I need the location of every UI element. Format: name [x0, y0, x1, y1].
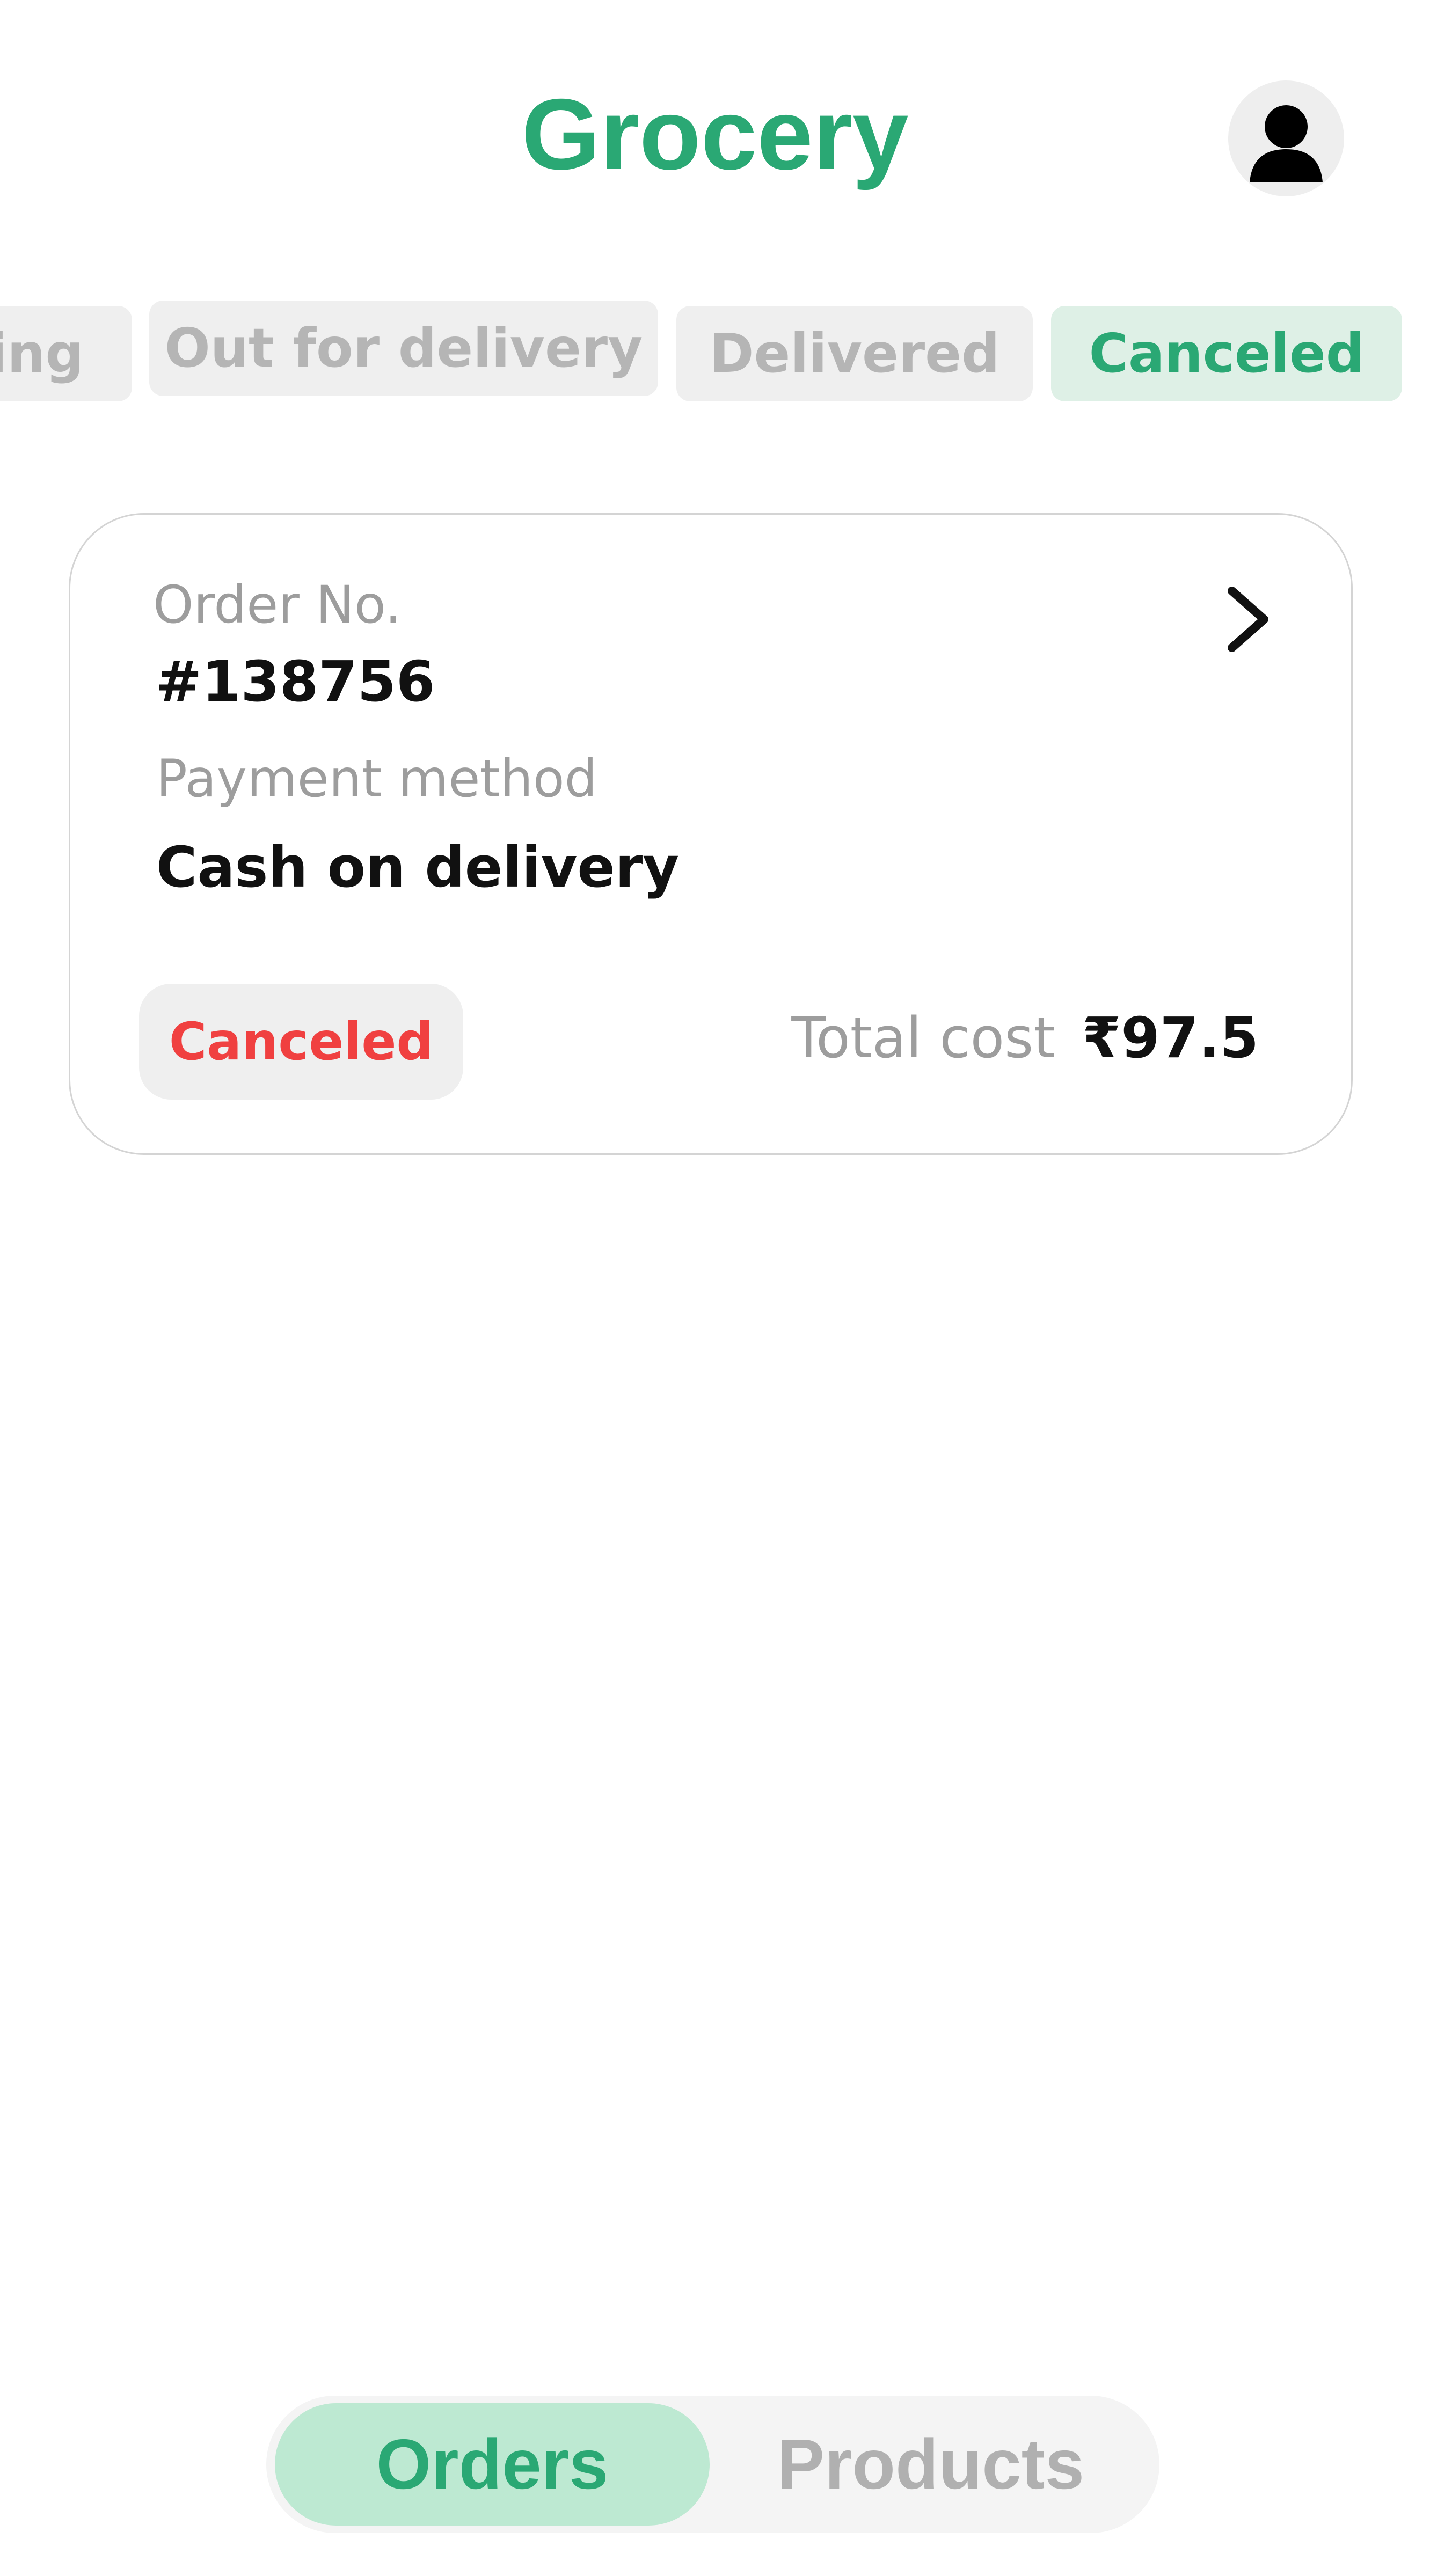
tab-processing-label: ing: [0, 322, 84, 385]
total-cost-value: ₹97.5: [1082, 1005, 1259, 1071]
payment-method-label: Payment method: [156, 749, 597, 809]
profile-avatar-button[interactable]: [1228, 80, 1344, 196]
tab-out-for-delivery[interactable]: Out for delivery: [149, 301, 658, 396]
order-detail-chevron[interactable]: [1220, 584, 1279, 654]
status-badge: Canceled: [139, 984, 463, 1100]
order-number: #138756: [155, 649, 435, 714]
order-number-label: Order No.: [153, 575, 402, 635]
tab-processing[interactable]: ing: [0, 306, 132, 401]
user-silhouette-icon: [1250, 105, 1323, 182]
tab-canceled-label: Canceled: [1089, 322, 1365, 385]
app-title: Grocery: [521, 78, 909, 191]
total-cost: Total cost ₹97.5: [791, 998, 1259, 1078]
order-status-tabs: ing Out for delivery Delivered Canceled: [0, 301, 1430, 408]
nav-orders-button[interactable]: Orders: [275, 2403, 710, 2526]
total-cost-label: Total cost: [791, 1005, 1056, 1071]
nav-products-button[interactable]: Products: [710, 2403, 1152, 2526]
order-card[interactable]: Order No. #138756 Payment method Cash on…: [69, 513, 1353, 1155]
tab-canceled[interactable]: Canceled: [1051, 306, 1402, 401]
chevron-right-icon: [1228, 587, 1268, 652]
payment-method-value: Cash on delivery: [156, 835, 680, 900]
bottom-nav: Orders Products: [266, 2396, 1159, 2533]
tab-delivered[interactable]: Delivered: [676, 306, 1033, 401]
tab-out-for-delivery-label: Out for delivery: [164, 317, 643, 379]
tab-delivered-label: Delivered: [709, 322, 1000, 385]
